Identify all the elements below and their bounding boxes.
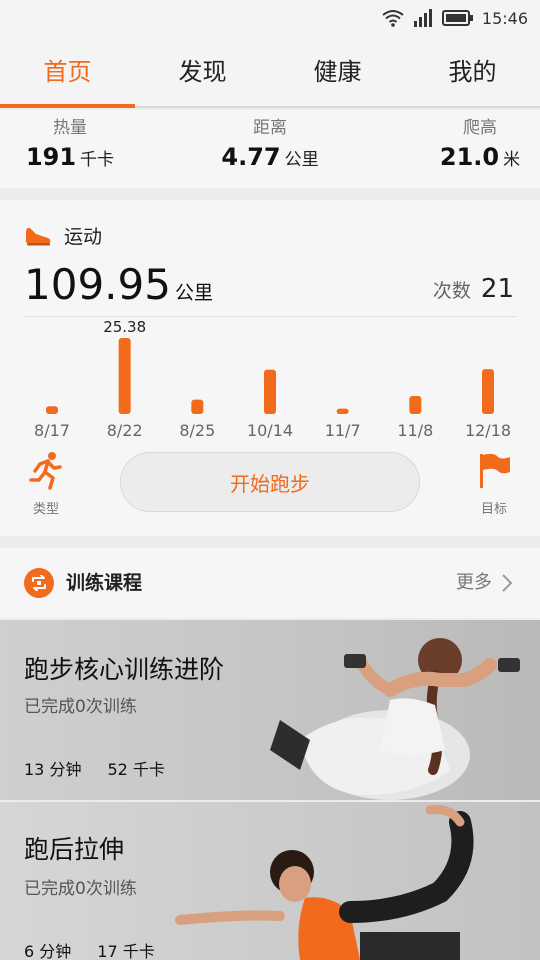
- exercise-header: 运动: [24, 222, 102, 249]
- exercise-total: 109.95 公里: [24, 260, 213, 318]
- athlete-photo: [175, 805, 474, 960]
- chart-bar[interactable]: [46, 406, 58, 414]
- chart-tick-label: 8/22: [107, 421, 143, 440]
- runner-icon: [29, 452, 62, 490]
- stat-climb-value: 21.0: [439, 143, 500, 171]
- course-card-core[interactable]: 跑步核心训练进阶 已完成0次训练 13 分钟 52 千卡: [0, 620, 540, 800]
- stat-calories[interactable]: 热量 191 千卡: [10, 116, 130, 177]
- stat-calories-unit: 千卡: [80, 150, 115, 170]
- status-bar: 15:46: [0, 0, 540, 36]
- course-calories: 17 千卡: [97, 942, 155, 960]
- more-label: 更多: [456, 572, 492, 593]
- goal-label: 目标: [480, 502, 507, 517]
- chart-bar[interactable]: [118, 338, 131, 414]
- course-meta: 13 分钟 52 千卡: [24, 756, 165, 780]
- chart-tick-label: 11/8: [397, 421, 433, 440]
- status-time: 15:46: [481, 8, 528, 28]
- chart-bar[interactable]: [264, 369, 276, 414]
- course-title: 跑步核心训练进阶: [24, 655, 225, 684]
- exercise-card[interactable]: 运动 109.95 公里 次数 21 8/17 8/22 25.38 8/25 10/14 1…: [0, 200, 540, 536]
- exercise-count-label: 次数: [432, 280, 471, 302]
- distance-bar-chart[interactable]: 8/17 8/22 25.38 8/25 10/14 11/7 11/8 12/18: [0, 318, 540, 448]
- course-calories: 52 千卡: [107, 760, 165, 779]
- exercise-total-value: 109.95: [24, 260, 171, 309]
- chart-tick-label: 8/17: [34, 421, 70, 440]
- chart-bar[interactable]: [409, 396, 422, 414]
- stat-climb[interactable]: 爬高 21.0 米: [420, 116, 540, 177]
- course-meta: 6 分钟 17 千卡: [24, 938, 155, 960]
- exercise-controls: 类型 开始跑步 目标: [0, 450, 540, 530]
- exercise-count-value: 21: [480, 274, 514, 304]
- tab-me[interactable]: 我的: [405, 36, 540, 106]
- chart-bar[interactable]: [191, 399, 204, 414]
- stat-calories-label: 热量: [53, 118, 87, 138]
- goal-control[interactable]: 目标: [470, 450, 518, 517]
- chevron-right-icon: [502, 574, 512, 592]
- stat-climb-unit: 米: [503, 150, 521, 170]
- shoe-icon: [25, 227, 51, 245]
- chart-tick-label: 11/7: [325, 421, 361, 440]
- start-run-button[interactable]: 开始跑步: [120, 452, 420, 512]
- course-card-stretch[interactable]: 跑后拉伸 已完成0次训练 6 分钟 17 千卡: [0, 802, 540, 960]
- divider: [24, 316, 516, 317]
- athlete-photo: [270, 638, 520, 800]
- course-status: 已完成0次训练: [24, 697, 137, 717]
- course-duration: 6 分钟: [24, 942, 72, 960]
- training-more-link[interactable]: 更多: [456, 570, 512, 596]
- exercise-count: 次数 21: [433, 274, 514, 304]
- course-title: 跑后拉伸: [24, 835, 125, 864]
- type-control[interactable]: 类型: [22, 450, 70, 517]
- signal-icon: [413, 9, 432, 27]
- type-label: 类型: [32, 502, 59, 517]
- stat-distance-label: 距离: [253, 118, 287, 138]
- training-course-icon: [24, 568, 54, 598]
- flag-icon: [480, 453, 510, 488]
- course-status: 已完成0次训练: [24, 879, 137, 899]
- status-icons: 15:46: [382, 6, 528, 30]
- training-title: 训练课程: [66, 572, 143, 594]
- chart-tick-label: 8/25: [179, 421, 215, 440]
- course-duration: 13 分钟: [24, 760, 82, 779]
- chart-tick-label: 10/14: [247, 421, 293, 440]
- chart-bar[interactable]: [482, 369, 494, 414]
- training-header: 训练课程 更多: [0, 548, 540, 618]
- tab-discover[interactable]: 发现: [135, 36, 270, 106]
- stat-calories-value: 191: [25, 143, 77, 171]
- main-tabs: 首页 发现 健康 我的: [0, 36, 540, 108]
- battery-icon: [441, 10, 473, 26]
- stat-distance-value: 4.77: [221, 143, 281, 171]
- tab-health[interactable]: 健康: [270, 36, 405, 106]
- stat-distance-unit: 公里: [284, 150, 319, 170]
- daily-stats: 热量 191 千卡 距离 4.77 公里 爬高 21.0 米: [0, 110, 540, 188]
- chart-tick-label: 12/18: [465, 421, 511, 440]
- chart-bar[interactable]: [336, 408, 349, 414]
- exercise-title: 运动: [64, 226, 103, 248]
- chart-data-label: 25.38: [103, 318, 146, 336]
- tab-home[interactable]: 首页: [0, 36, 135, 108]
- stat-distance[interactable]: 距离 4.77 公里: [200, 116, 340, 177]
- wifi-icon: [382, 10, 404, 27]
- exercise-total-unit: 公里: [174, 282, 213, 304]
- stat-climb-label: 爬高: [463, 118, 497, 138]
